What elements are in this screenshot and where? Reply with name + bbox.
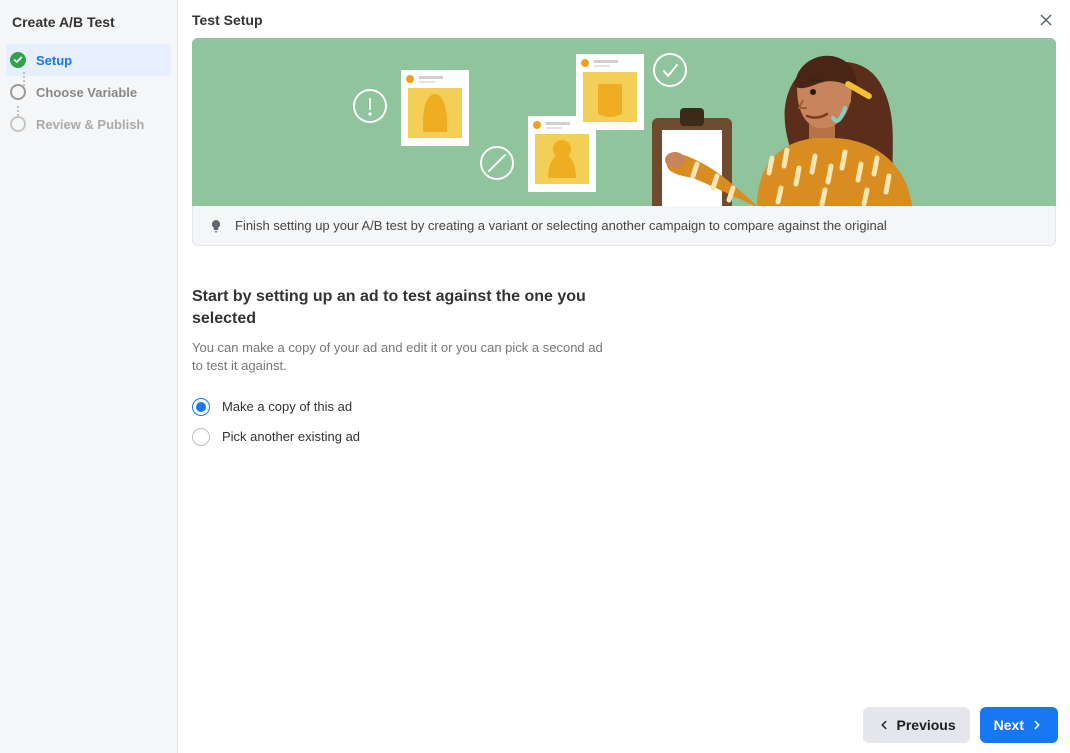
- previous-button[interactable]: Previous: [863, 707, 970, 743]
- close-button[interactable]: [1036, 10, 1056, 30]
- setup-section: Start by setting up an ad to test agains…: [178, 246, 818, 458]
- main-content: Test Setup: [178, 0, 1070, 753]
- check-icon: [10, 52, 26, 68]
- sidebar-title: Create A/B Test: [0, 8, 177, 44]
- next-button[interactable]: Next: [980, 707, 1058, 743]
- sidebar-step-setup[interactable]: Setup: [6, 44, 171, 76]
- radio-icon: [192, 398, 210, 416]
- sidebar-step-review-publish[interactable]: Review & Publish: [0, 108, 177, 140]
- option-label: Pick another existing ad: [222, 429, 360, 444]
- page-title: Test Setup: [192, 12, 263, 28]
- next-button-label: Next: [994, 717, 1024, 733]
- option-make-copy[interactable]: Make a copy of this ad: [192, 398, 804, 416]
- wizard-steps: Setup Choose Variable Review & Publish: [0, 44, 177, 140]
- option-label: Make a copy of this ad: [222, 399, 352, 414]
- chevron-left-icon: [877, 718, 891, 732]
- hero-illustration: [192, 38, 1056, 206]
- section-heading: Start by setting up an ad to test agains…: [192, 286, 592, 329]
- step-dot-icon: [10, 84, 26, 100]
- wizard-footer: Previous Next: [863, 707, 1059, 743]
- sidebar-step-label: Setup: [36, 53, 72, 68]
- lightbulb-icon: [209, 219, 223, 233]
- main-header: Test Setup: [178, 0, 1070, 38]
- info-bar: Finish setting up your A/B test by creat…: [192, 206, 1056, 246]
- radio-icon: [192, 428, 210, 446]
- sidebar-step-label: Review & Publish: [36, 117, 144, 132]
- sidebar-step-label: Choose Variable: [36, 85, 137, 100]
- section-description: You can make a copy of your ad and edit …: [192, 339, 612, 375]
- sidebar: Create A/B Test Setup Choose Variable Re…: [0, 0, 178, 753]
- close-icon: [1038, 12, 1054, 28]
- info-bar-text: Finish setting up your A/B test by creat…: [235, 218, 887, 233]
- option-pick-existing[interactable]: Pick another existing ad: [192, 428, 804, 446]
- previous-button-label: Previous: [897, 717, 956, 733]
- sidebar-step-choose-variable[interactable]: Choose Variable: [0, 76, 177, 108]
- chevron-right-icon: [1030, 718, 1044, 732]
- step-dot-icon: [10, 116, 26, 132]
